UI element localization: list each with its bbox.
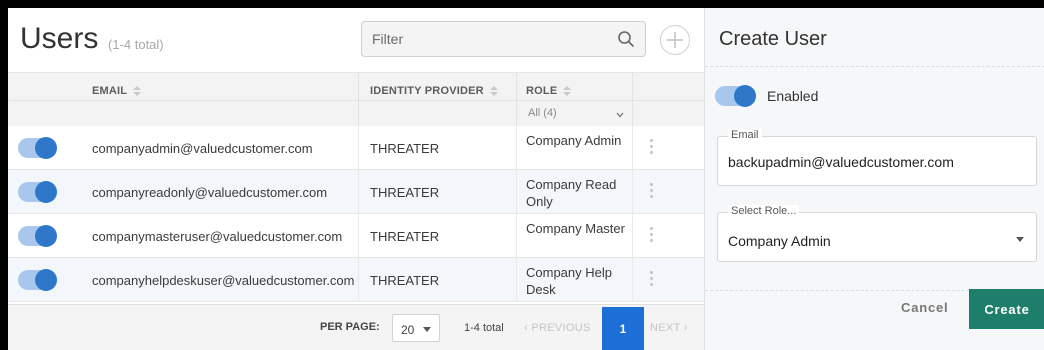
window-frame-top (0, 0, 1044, 8)
role-select-label: Select Role... (728, 205, 800, 217)
enabled-toggle[interactable] (715, 85, 756, 107)
table-row[interactable]: companyadmin@valuedcustomer.com THREATER… (8, 126, 704, 170)
user-email: companyhelpdeskuser@valuedcustomer.com (92, 273, 355, 288)
cancel-button[interactable]: Cancel (901, 300, 948, 315)
toggle-knob (35, 181, 57, 203)
column-separator (358, 258, 359, 302)
per-page-label: PER PAGE: (320, 321, 380, 333)
previous-page-button[interactable]: ‹ PREVIOUS (524, 322, 591, 334)
header-divider (8, 100, 704, 101)
column-separator (358, 170, 359, 214)
create-button[interactable]: Create (969, 289, 1044, 329)
column-separator (358, 126, 359, 170)
column-header-identity-provider[interactable]: IDENTITY PROVIDER (370, 85, 498, 97)
divider (705, 66, 1044, 67)
filter-box[interactable] (361, 21, 646, 57)
per-page-value: 20 (401, 323, 415, 337)
chevron-down-icon (616, 112, 624, 118)
column-separator (632, 258, 633, 302)
column-separator (632, 170, 633, 214)
email-field[interactable]: Email (717, 129, 1037, 186)
caret-down-icon (1016, 237, 1024, 242)
search-icon[interactable] (617, 30, 635, 48)
next-page-button[interactable]: NEXT › (650, 322, 688, 334)
email-input[interactable] (728, 154, 1024, 170)
add-user-button[interactable] (660, 25, 690, 55)
more-vertical-icon[interactable] (648, 139, 654, 157)
column-header-email[interactable]: EMAIL (92, 85, 142, 97)
table-row[interactable]: companyhelpdeskuser@valuedcustomer.com T… (8, 258, 704, 302)
toggle-knob (35, 225, 57, 247)
table-row[interactable]: companyreadonly@valuedcustomer.com THREA… (8, 170, 704, 214)
role-filter-dropdown[interactable]: All (4) (522, 105, 628, 123)
user-identity-provider: THREATER (370, 185, 440, 200)
toggle-knob (734, 85, 756, 107)
toggle-knob (35, 137, 57, 159)
more-vertical-icon[interactable] (648, 183, 654, 201)
create-user-title: Create User (719, 28, 827, 50)
per-page-select[interactable]: 20 (392, 314, 440, 342)
user-role: Company Help Desk (526, 265, 612, 297)
user-identity-provider: THREATER (370, 273, 440, 288)
user-role: Company Master (526, 221, 625, 236)
column-separator (358, 214, 359, 258)
user-identity-provider: THREATER (370, 141, 440, 156)
page-1-button[interactable]: 1 (602, 307, 644, 350)
window-frame-left (0, 0, 8, 350)
users-panel: Users (1-4 total) EMAIL IDENTITY PROVIDE… (8, 8, 704, 350)
column-separator (632, 126, 633, 170)
column-separator (632, 214, 633, 258)
more-vertical-icon[interactable] (648, 227, 654, 245)
page-title: Users (20, 22, 99, 55)
column-separator (516, 258, 517, 302)
role-select[interactable]: Select Role... Company Admin (717, 205, 1037, 262)
column-header-role[interactable]: ROLE (526, 85, 572, 97)
create-user-panel: Create User Enabled Email Select Role...… (704, 8, 1044, 350)
users-count: (1-4 total) (108, 37, 164, 52)
sort-icon (563, 85, 572, 97)
role-filter-value: All (4) (528, 107, 557, 119)
enabled-label: Enabled (767, 88, 819, 104)
user-role: Company Admin (526, 133, 622, 148)
sort-icon (133, 85, 142, 97)
user-enabled-toggle[interactable] (18, 225, 57, 247)
table-row[interactable]: companymasteruser@valuedcustomer.com THR… (8, 214, 704, 258)
user-email: companyadmin@valuedcustomer.com (92, 141, 313, 156)
column-separator (358, 73, 359, 127)
table-header: EMAIL IDENTITY PROVIDER ROLE All (4) (8, 72, 704, 127)
pagination-range: 1-4 total (464, 322, 504, 334)
column-separator (516, 126, 517, 170)
users-header: Users (1-4 total) (8, 8, 704, 72)
user-email: companymasteruser@valuedcustomer.com (92, 229, 343, 244)
user-role: Company Read Only (526, 177, 617, 209)
role-select-value: Company Admin (728, 233, 831, 249)
sort-icon (489, 85, 498, 97)
email-field-label: Email (728, 129, 762, 141)
more-vertical-icon[interactable] (648, 271, 654, 289)
caret-down-icon (423, 327, 431, 332)
user-identity-provider: THREATER (370, 229, 440, 244)
filter-input[interactable] (372, 31, 592, 47)
user-enabled-toggle[interactable] (18, 137, 57, 159)
user-enabled-toggle[interactable] (18, 269, 57, 291)
toggle-knob (35, 269, 57, 291)
column-separator (632, 73, 633, 127)
user-email: companyreadonly@valuedcustomer.com (92, 185, 328, 200)
column-separator (516, 73, 517, 127)
column-separator (516, 214, 517, 258)
column-separator (516, 170, 517, 214)
user-enabled-toggle[interactable] (18, 181, 57, 203)
users-table-body: companyadmin@valuedcustomer.com THREATER… (8, 126, 704, 302)
pagination-bar: PER PAGE: 20 1-4 total ‹ PREVIOUS 1 NEXT… (8, 304, 704, 350)
